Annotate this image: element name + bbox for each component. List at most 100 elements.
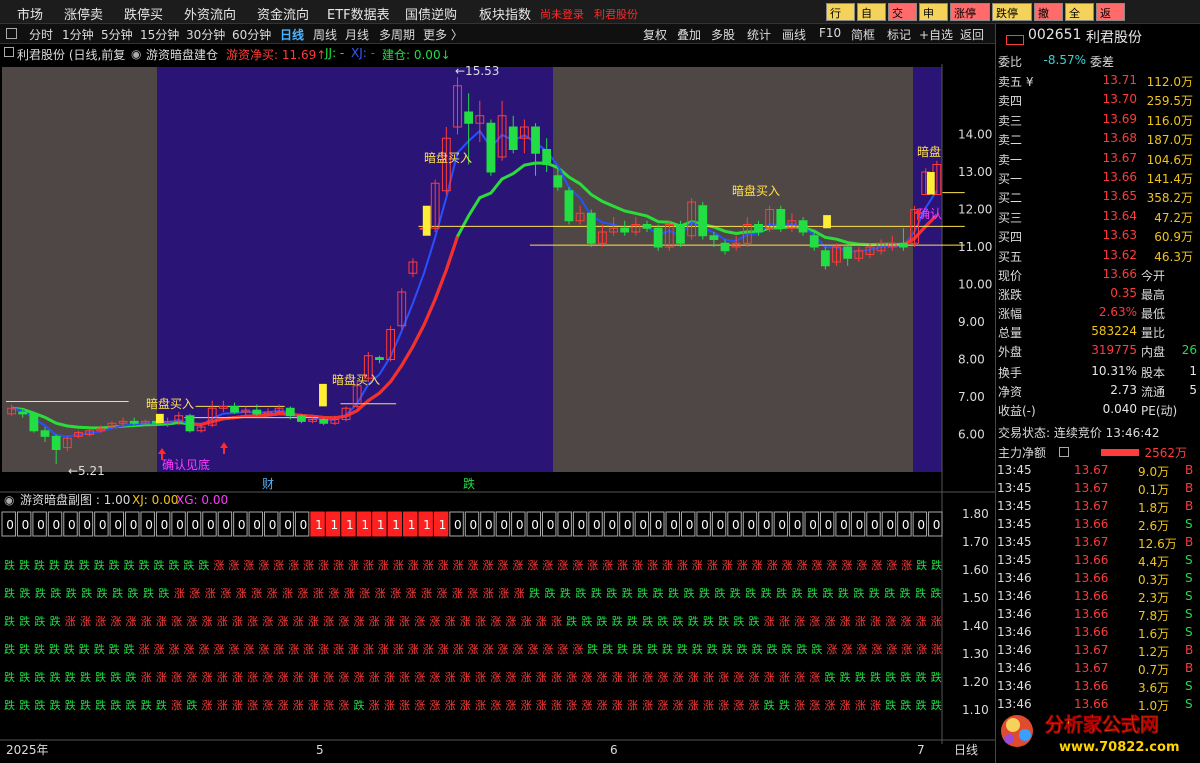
tick-price: 13.67 <box>1074 661 1109 675</box>
signal-cell: 跌 <box>869 586 880 600</box>
toolbar-button[interactable]: +自选 <box>919 26 953 43</box>
toolbar-button[interactable]: 返回 <box>960 26 984 43</box>
tick-row: 13:46 13.66 3.6万 S <box>996 679 1200 697</box>
signal-cell: 涨 <box>551 699 562 712</box>
buy-level-price[interactable]: 13.64 <box>1103 209 1137 223</box>
sell-level-price[interactable]: 13.68 <box>1103 131 1137 145</box>
menu-item[interactable]: 涨停卖 <box>64 4 103 23</box>
sell-level-price[interactable]: 13.67 <box>1103 151 1137 165</box>
toolbar-toggle-icon[interactable] <box>6 28 17 39</box>
signal-cell: 涨 <box>189 587 200 600</box>
buy-level-price[interactable]: 13.62 <box>1103 248 1137 262</box>
menu-item[interactable]: 国债逆购 <box>405 4 457 23</box>
signal-cell: 跌 <box>109 558 120 572</box>
period-tab[interactable]: 15分钟 <box>140 26 179 43</box>
signal-cell: 涨 <box>323 671 334 684</box>
quick-button[interactable]: 跌停卖 <box>992 3 1032 36</box>
signal-cell: 涨 <box>916 615 927 628</box>
quick-button[interactable]: 申新 <box>919 3 948 36</box>
buy-level-price[interactable]: 13.65 <box>1103 189 1137 203</box>
signal-cell: 涨 <box>722 559 733 572</box>
tick-flag: B <box>1185 499 1194 513</box>
toolbar-button[interactable]: 复权 <box>643 26 667 43</box>
tick-volume: 2.3万 <box>1138 591 1170 605</box>
svg-text:1: 1 <box>361 518 369 532</box>
main-net-icon[interactable] <box>1059 447 1069 457</box>
signal-cell: 涨 <box>353 671 364 684</box>
toolbar-button[interactable]: 简框 <box>851 26 875 43</box>
toolbar-button[interactable]: 统计 <box>747 26 771 43</box>
signal-candle <box>422 205 431 236</box>
toolbar-button[interactable]: 叠加 <box>677 26 701 43</box>
signal-cell: 涨 <box>871 559 882 572</box>
quick-button[interactable]: 返回 <box>1096 3 1125 36</box>
signal-cell: 涨 <box>273 643 284 656</box>
quick-button[interactable]: 撤单 <box>1034 3 1063 36</box>
toolbar-button[interactable]: 标记 <box>887 26 911 43</box>
tick-price: 13.67 <box>1074 481 1109 495</box>
quick-button[interactable]: 全撤 <box>1065 3 1094 36</box>
toolbar-button[interactable]: 画线 <box>782 26 806 43</box>
signal-cell: 跌 <box>81 586 92 600</box>
buy-level-price[interactable]: 13.66 <box>1103 170 1137 184</box>
sell-level-price[interactable]: 13.69 <box>1103 112 1137 126</box>
stock-code: 002651 <box>1028 27 1082 43</box>
binary-cell: 0 <box>773 511 789 537</box>
confirm-bottom-label: 确认见底 <box>162 457 210 472</box>
sell-level-price[interactable]: 13.70 <box>1103 92 1137 106</box>
signal-cell: 涨 <box>572 643 583 656</box>
signal-cell: 涨 <box>243 559 254 572</box>
signal-cell: 跌 <box>900 586 911 600</box>
finance-marker: 财 <box>262 477 274 491</box>
signal-cell: 跌 <box>779 698 790 712</box>
period-tab[interactable]: 更多 〉 <box>423 26 463 43</box>
toolbar-button[interactable]: F10 <box>819 26 841 40</box>
indicator-settings-icon[interactable]: ◉ <box>131 47 141 61</box>
signal-cell: 跌 <box>782 642 793 656</box>
period-tab[interactable]: 周线 <box>313 26 337 43</box>
quick-button[interactable]: 行情 <box>826 3 855 36</box>
signal-cell: 涨 <box>453 643 464 656</box>
sell-level-label: 卖五 ¥ <box>998 75 1034 89</box>
quick-button[interactable]: 涨停买 <box>950 3 990 36</box>
sell-level-price[interactable]: 13.71 <box>1103 73 1137 87</box>
sub-toggle-icon[interactable]: ◉ <box>4 493 14 507</box>
menu-item[interactable]: 外资流向 <box>184 4 236 23</box>
main-chart[interactable]: 14.00 13.00 12.00 11.00 10.00 9.00 8.00 7.00 6.0… <box>0 64 995 763</box>
signal-cell: 涨 <box>572 559 583 572</box>
period-tab[interactable]: 分时 <box>29 26 53 43</box>
menu-item[interactable]: 板块指数 <box>479 4 531 23</box>
tick-flag: B <box>1185 643 1194 657</box>
quick-button[interactable]: 自选 <box>857 3 886 36</box>
period-tab[interactable]: 30分钟 <box>186 26 225 43</box>
svg-text:0: 0 <box>578 518 586 532</box>
binary-cell: 0 <box>541 511 557 537</box>
period-tab[interactable]: 月线 <box>345 26 369 43</box>
buy-level-price[interactable]: 13.63 <box>1103 228 1137 242</box>
quick-button[interactable]: 交易 <box>888 3 917 36</box>
period-tab[interactable]: 多周期 <box>379 26 415 43</box>
menu-item[interactable]: 资金流向 <box>257 4 309 23</box>
period-label[interactable]: 日线 <box>954 743 978 757</box>
binary-cell: 0 <box>16 511 32 537</box>
net-buy-label: 游资净买: 11.69↑ <box>226 48 327 62</box>
period-tab[interactable]: 5分钟 <box>101 26 133 43</box>
period-tab[interactable]: 1分钟 <box>62 26 94 43</box>
watermark-logo: 分析家公式网 www.70822.com <box>1001 713 1180 755</box>
menu-item[interactable]: 市场 <box>17 4 43 23</box>
toolbar-button[interactable]: 多股 <box>711 26 735 43</box>
period-tab[interactable]: 60分钟 <box>232 26 271 43</box>
indicator-name[interactable]: 游资暗盘建仓 <box>146 46 218 63</box>
signal-cell: 跌 <box>703 614 714 628</box>
signal-cell: 涨 <box>482 559 493 572</box>
buy-level-label: 买四 <box>998 230 1023 245</box>
signal-cell: 涨 <box>378 643 389 656</box>
menu-item[interactable]: 跌停买 <box>124 4 163 23</box>
signal-cell: 跌 <box>884 586 895 600</box>
svg-text:0: 0 <box>701 518 709 532</box>
menu-item[interactable]: ETF数据表 <box>327 4 390 23</box>
signal-cell: 涨 <box>497 643 508 656</box>
signal-candle <box>823 215 831 229</box>
signal-cell: 涨 <box>293 671 304 684</box>
period-tab[interactable]: 日线 <box>280 26 304 43</box>
